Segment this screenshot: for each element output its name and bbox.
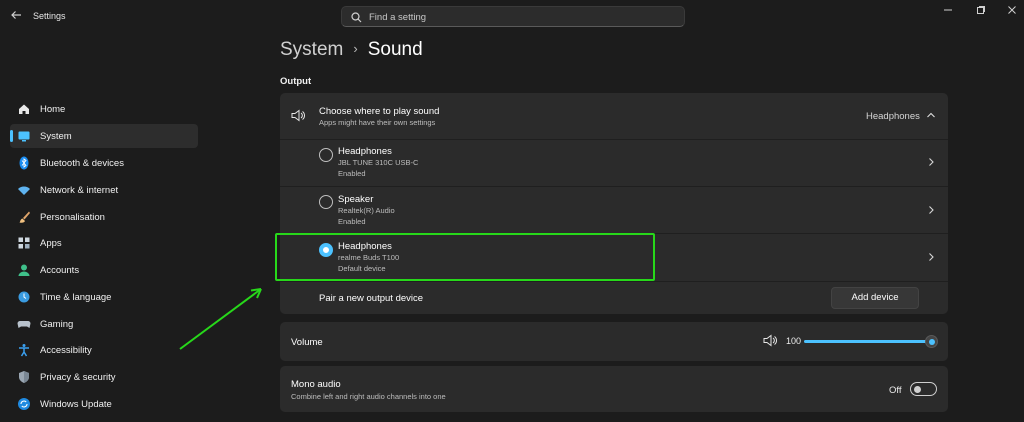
device-status: Enabled — [338, 217, 366, 226]
sidebar-item-bluetooth-devices[interactable]: Bluetooth & devices — [10, 151, 198, 175]
update-icon — [18, 398, 30, 410]
output-device-row[interactable]: Speaker Realtek(R) Audio Enabled — [280, 187, 948, 233]
chooser-subtitle: Apps might have their own settings — [319, 118, 436, 127]
search-box[interactable]: Find a setting — [341, 6, 685, 27]
chevron-right-icon[interactable] — [928, 205, 935, 215]
chevron-right-icon: › — [353, 41, 358, 56]
app-title: Settings — [33, 11, 66, 21]
device-status: Enabled — [338, 169, 366, 178]
sidebar-item-accessibility[interactable]: Accessibility — [10, 338, 198, 362]
mono-audio-title: Mono audio — [291, 379, 341, 390]
sidebar-item-accounts[interactable]: Accounts — [10, 258, 198, 282]
add-device-button[interactable]: Add device — [831, 287, 919, 309]
sidebar-item-label: Home — [40, 104, 66, 115]
sidebar-item-time-language[interactable]: Time & language — [10, 285, 198, 309]
sidebar-item-label: Time & language — [40, 292, 112, 303]
sidebar-item-network[interactable]: Network & internet — [10, 178, 198, 202]
back-button[interactable] — [9, 9, 23, 23]
close-icon — [1008, 6, 1016, 14]
bluetooth-icon — [19, 156, 29, 170]
sidebar-item-label: Accessibility — [40, 345, 92, 356]
breadcrumb-parent[interactable]: System — [280, 39, 343, 60]
chevron-right-icon[interactable] — [928, 252, 935, 262]
chevron-right-icon[interactable] — [928, 157, 935, 167]
sidebar-item-system[interactable]: System — [10, 124, 198, 148]
gamepad-icon — [17, 321, 31, 328]
sidebar-item-gaming[interactable]: Gaming — [10, 312, 198, 336]
minimize-button[interactable] — [941, 5, 955, 17]
mono-audio-state: Off — [889, 385, 902, 396]
home-icon — [19, 104, 29, 114]
sidebar-item-windows-update[interactable]: Windows Update — [10, 392, 198, 416]
volume-value: 100 — [786, 336, 802, 346]
sidebar-item-label: Accounts — [40, 265, 80, 276]
search-input[interactable]: Find a setting — [369, 12, 426, 23]
restore-icon — [977, 6, 985, 14]
sidebar-item-label: System — [40, 131, 72, 142]
sidebar-item-personalisation[interactable]: Personalisation — [10, 205, 198, 229]
speaker-icon — [291, 109, 305, 122]
monitor-icon — [18, 131, 30, 142]
mono-audio-subtitle: Combine left and right audio channels in… — [291, 392, 446, 401]
device-name: Speaker — [338, 194, 374, 205]
page-title: Sound — [367, 39, 423, 60]
restore-button[interactable] — [974, 5, 988, 17]
device-radio[interactable] — [319, 195, 333, 209]
chooser-title: Choose where to play sound — [319, 106, 440, 117]
sidebar-item-label: Gaming — [40, 319, 74, 330]
device-model: Realtek(R) Audio — [338, 206, 395, 215]
chevron-up-icon[interactable] — [926, 111, 936, 119]
highlight-box — [275, 233, 655, 281]
volume-icon[interactable] — [763, 334, 778, 347]
brush-icon — [19, 211, 30, 223]
annotation-arrow-icon — [179, 288, 262, 350]
shield-icon — [19, 371, 29, 383]
sidebar-item-label: Windows Update — [40, 399, 112, 410]
arrow-left-icon — [11, 11, 21, 19]
device-model: JBL TUNE 310C USB-C — [338, 158, 419, 167]
sidebar-item-label: Apps — [40, 238, 62, 249]
sidebar-item-home[interactable]: Home — [10, 97, 198, 121]
sidebar-item-privacy-security[interactable]: Privacy & security — [10, 365, 198, 389]
sidebar-item-apps[interactable]: Apps — [10, 231, 198, 255]
sidebar-item-label: Privacy & security — [40, 372, 116, 383]
search-icon — [351, 12, 362, 23]
accessibility-icon — [19, 344, 29, 357]
globe-clock-icon — [18, 291, 30, 303]
sidebar-item-label: Network & internet — [40, 185, 119, 196]
sidebar-item-label: Bluetooth & devices — [40, 158, 124, 169]
volume-slider-track[interactable] — [804, 340, 932, 343]
breadcrumb: System › Sound — [280, 39, 423, 61]
device-radio[interactable] — [319, 148, 333, 162]
close-button[interactable] — [1005, 5, 1019, 17]
device-name: Headphones — [338, 146, 392, 157]
wifi-icon — [18, 186, 30, 195]
output-device-row[interactable]: Headphones JBL TUNE 310C USB-C Enabled — [280, 140, 948, 186]
mono-audio-card — [280, 366, 948, 412]
minimize-icon — [944, 9, 952, 11]
divider — [280, 281, 948, 282]
mono-audio-toggle[interactable] — [910, 382, 937, 396]
section-title-output: Output — [280, 76, 312, 87]
selection-indicator — [10, 130, 13, 142]
output-chooser-header[interactable]: Choose where to play sound Apps might ha… — [280, 93, 948, 139]
volume-label: Volume — [291, 337, 323, 348]
sidebar-item-label: Personalisation — [40, 212, 105, 223]
pair-device-label: Pair a new output device — [319, 293, 424, 304]
person-icon — [18, 264, 30, 276]
apps-grid-icon — [18, 237, 30, 249]
volume-slider-thumb[interactable] — [925, 335, 938, 348]
chooser-selected-value: Headphones — [866, 111, 920, 122]
